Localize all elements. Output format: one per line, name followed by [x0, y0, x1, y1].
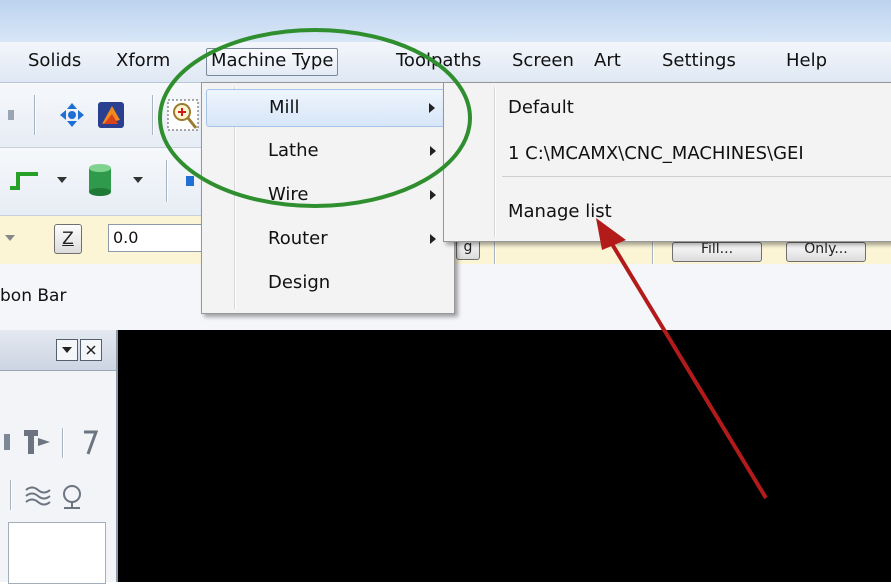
cylinder-icon[interactable]: [86, 162, 114, 198]
menu-screen[interactable]: Screen: [508, 48, 578, 74]
menu-help[interactable]: Help: [782, 48, 831, 74]
submenu-item-manage-list[interactable]: Manage list: [508, 201, 612, 222]
mill-submenu: Default 1 C:\MCAMX\CNC_MACHINES\GEI Mana…: [443, 82, 891, 242]
submenu-separator: [502, 176, 891, 177]
submenu-gutter: [494, 87, 495, 237]
menu-item-design[interactable]: Design: [206, 265, 450, 301]
menu-item-router[interactable]: Router: [206, 221, 450, 257]
z-depth-button[interactable]: Z: [54, 224, 82, 254]
polyline-icon[interactable]: [8, 168, 40, 192]
panel-separator: [10, 480, 11, 510]
submenu-arrow-icon: [430, 234, 436, 244]
menu-item-wire[interactable]: Wire: [206, 177, 450, 213]
menu-bar: Solids Xform Machine Type Toolpaths Scre…: [0, 42, 891, 83]
menu-machine-type[interactable]: Machine Type: [206, 48, 339, 76]
ribbon-bar-label: bon Bar: [0, 286, 67, 306]
toolbar-separator: [166, 160, 167, 202]
panel-separator: [62, 428, 63, 458]
chevron-down-icon[interactable]: [4, 232, 16, 244]
pan-icon[interactable]: [58, 101, 86, 129]
menu-solids[interactable]: Solids: [24, 48, 85, 74]
menu-item-design-label: Design: [268, 272, 331, 293]
fill-button[interactable]: Fill...: [672, 242, 762, 262]
tool-gear-icon[interactable]: [58, 482, 88, 510]
wave-icon[interactable]: [24, 482, 52, 508]
menu-item-lathe[interactable]: Lathe: [206, 133, 450, 169]
toolbar-icon-partial[interactable]: [6, 105, 16, 125]
toolpath-icon-partial[interactable]: [78, 428, 102, 458]
toolbar-icon-partial[interactable]: [182, 174, 198, 188]
menu-item-lathe-label: Lathe: [268, 140, 319, 161]
menu-item-mill-label: Mill: [269, 97, 300, 118]
menu-item-wire-label: Wire: [268, 184, 309, 205]
panel-close-button[interactable]: [80, 339, 102, 361]
chevron-down-icon[interactable]: [56, 174, 68, 186]
move-insert-arrow-icon[interactable]: [22, 428, 52, 456]
menu-item-mill[interactable]: Mill: [206, 89, 450, 127]
menu-settings[interactable]: Settings: [658, 48, 740, 74]
z-label: Z: [62, 229, 74, 249]
menu-art[interactable]: Art: [590, 48, 625, 74]
machine-type-menu: Mill Lathe Wire Router Design: [201, 82, 455, 314]
chevron-down-icon[interactable]: [132, 174, 144, 186]
only-button-label: Only...: [804, 242, 848, 257]
menu-xform[interactable]: Xform: [112, 48, 174, 74]
submenu-item-default[interactable]: Default: [508, 97, 574, 118]
submenu-arrow-icon: [429, 103, 435, 113]
menu-toolpaths[interactable]: Toolpaths: [392, 48, 485, 74]
z-value-field[interactable]: 0.0: [108, 224, 206, 252]
tool-icon-partial[interactable]: [2, 430, 12, 454]
fill-button-label: Fill...: [700, 242, 734, 257]
toolbar-separator: [152, 95, 153, 135]
only-button[interactable]: Only...: [786, 242, 866, 262]
zoom-window-icon[interactable]: [166, 98, 200, 132]
graphics-viewport[interactable]: [118, 330, 891, 582]
submenu-item-recent-machine[interactable]: 1 C:\MCAMX\CNC_MACHINES\GEI: [508, 143, 804, 164]
window-title-bar: [0, 0, 891, 42]
shade-icon[interactable]: [96, 100, 126, 130]
submenu-arrow-icon: [430, 190, 436, 200]
toolbar-separator: [34, 95, 35, 135]
operations-tree[interactable]: [8, 522, 106, 584]
operations-manager-panel: [0, 330, 118, 584]
submenu-arrow-icon: [430, 146, 436, 156]
panel-dropdown-button[interactable]: [56, 339, 78, 361]
menu-item-router-label: Router: [268, 228, 328, 249]
panel-header: [0, 330, 116, 371]
